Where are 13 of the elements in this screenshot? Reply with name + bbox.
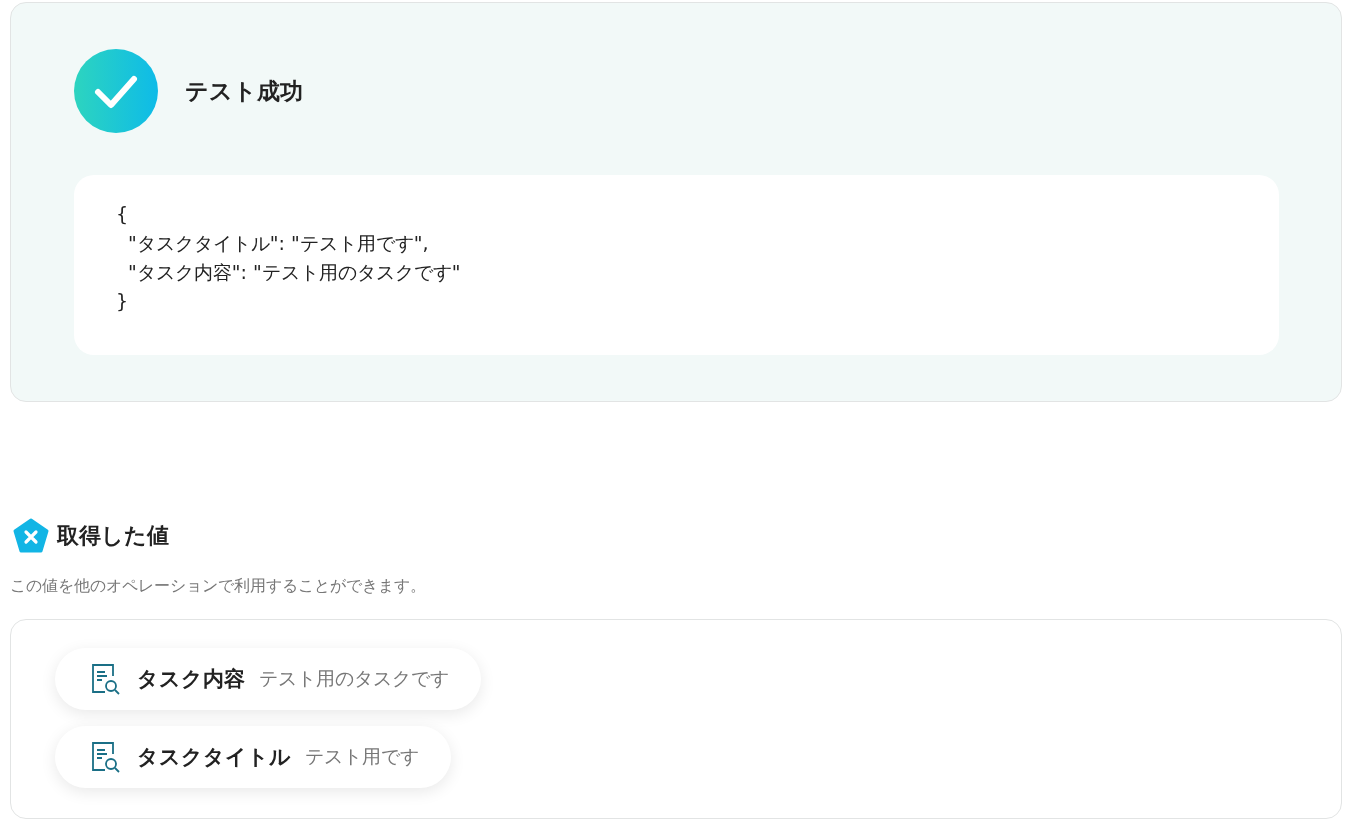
section-description: この値を他のオペレーションで利用することができます。 bbox=[10, 576, 427, 597]
value-chip[interactable]: タスク内容 テスト用のタスクです bbox=[55, 648, 481, 710]
document-search-icon bbox=[91, 663, 121, 695]
value-text: テスト用のタスクです bbox=[259, 666, 449, 691]
value-text: テスト用です bbox=[305, 744, 419, 769]
section-title: 取得した値 bbox=[57, 522, 169, 550]
value-name: タスクタイトル bbox=[137, 744, 291, 771]
result-title: テスト成功 bbox=[185, 76, 303, 106]
document-search-icon bbox=[91, 741, 121, 773]
json-output: { "タスクタイトル": "テスト用です", "タスク内容": "テスト用のタスクです" } bbox=[74, 175, 1279, 355]
value-name: タスク内容 bbox=[137, 666, 245, 693]
value-chip[interactable]: タスクタイトル テスト用です bbox=[55, 726, 451, 788]
pentagon-x-icon bbox=[13, 518, 49, 554]
